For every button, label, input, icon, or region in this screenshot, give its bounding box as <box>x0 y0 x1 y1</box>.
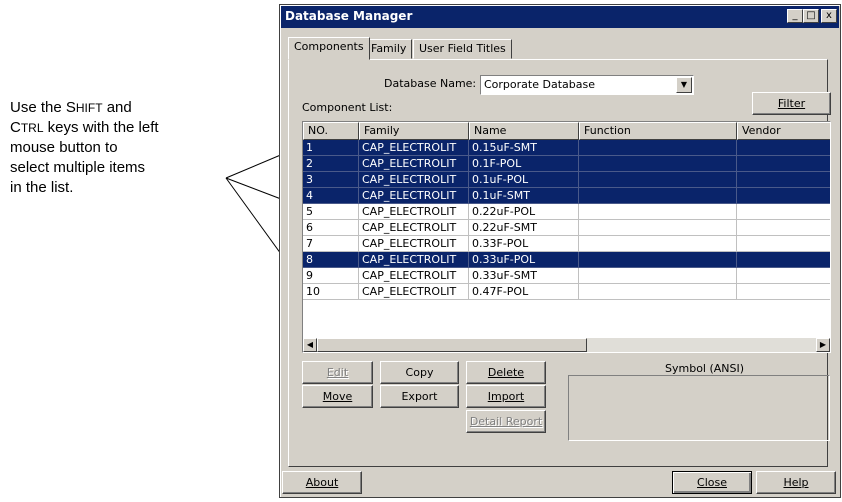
cell-function <box>579 156 737 172</box>
table-row[interactable]: 4 CAP_ELECTROLIT 0.1uF-SMT <box>303 188 830 204</box>
cell-family: CAP_ELECTROLIT <box>359 140 469 156</box>
column-header-no[interactable]: NO. <box>303 122 359 140</box>
detail-report-button[interactable]: Detail Report <box>466 410 546 433</box>
edit-button[interactable]: Edit <box>302 361 373 384</box>
cell-family: CAP_ELECTROLIT <box>359 220 469 236</box>
cell-family: CAP_ELECTROLIT <box>359 268 469 284</box>
database-manager-window: Database Manager _ □ x Components Family… <box>279 4 841 498</box>
tab-components[interactable]: Components <box>288 37 370 60</box>
import-button[interactable]: Import <box>466 385 546 408</box>
cell-function <box>579 140 737 156</box>
column-header-function[interactable]: Function <box>579 122 737 140</box>
table-row[interactable]: 2 CAP_ELECTROLIT 0.1F-POL <box>303 156 830 172</box>
cell-family: CAP_ELECTROLIT <box>359 236 469 252</box>
close-window-button[interactable]: x <box>821 9 837 23</box>
table-row[interactable]: 5 CAP_ELECTROLIT 0.22uF-POL <box>303 204 830 220</box>
cell-family: CAP_ELECTROLIT <box>359 156 469 172</box>
cell-family: CAP_ELECTROLIT <box>359 284 469 300</box>
cell-function <box>579 204 737 220</box>
cell-no: 4 <box>303 188 359 204</box>
cell-name: 0.22uF-POL <box>469 204 579 220</box>
cell-vendor <box>737 252 830 268</box>
cell-function <box>579 220 737 236</box>
cell-name: 0.1F-POL <box>469 156 579 172</box>
cell-vendor <box>737 284 830 300</box>
cell-name: 0.1uF-SMT <box>469 188 579 204</box>
cell-function <box>579 284 737 300</box>
cell-family: CAP_ELECTROLIT <box>359 252 469 268</box>
cell-function <box>579 172 737 188</box>
title-bar: Database Manager _ □ x <box>281 6 839 28</box>
cell-vendor <box>737 156 830 172</box>
database-name-label: Database Name: <box>384 77 477 90</box>
cell-family: CAP_ELECTROLIT <box>359 172 469 188</box>
close-button[interactable]: Close <box>672 471 752 494</box>
symbol-label: Symbol (ANSI) <box>665 362 745 375</box>
help-button[interactable]: Help <box>756 471 836 494</box>
delete-button[interactable]: Delete <box>466 361 546 384</box>
filter-button[interactable]: Filter <box>752 92 831 115</box>
about-button[interactable]: About <box>282 471 362 494</box>
column-header-family[interactable]: Family <box>359 122 469 140</box>
horizontal-scrollbar[interactable]: ◀ ▶ <box>303 338 830 352</box>
cell-vendor <box>737 268 830 284</box>
column-header-name[interactable]: Name <box>469 122 579 140</box>
cell-name: 0.33F-POL <box>469 236 579 252</box>
table-row[interactable]: 6 CAP_ELECTROLIT 0.22uF-SMT <box>303 220 830 236</box>
component-table[interactable]: NO. Family Name Function Vendor 1 CAP_ELE… <box>302 121 831 353</box>
table-row[interactable]: 8 CAP_ELECTROLIT 0.33uF-POL <box>303 252 830 268</box>
cell-no: 8 <box>303 252 359 268</box>
cell-vendor <box>737 236 830 252</box>
minimize-button[interactable]: _ <box>787 9 803 23</box>
cell-vendor <box>737 204 830 220</box>
cell-no: 3 <box>303 172 359 188</box>
scroll-right-icon[interactable]: ▶ <box>816 338 830 352</box>
cell-no: 2 <box>303 156 359 172</box>
cell-name: 0.33uF-POL <box>469 252 579 268</box>
database-name-select[interactable]: Corporate Database ▼ <box>480 75 694 95</box>
cell-no: 9 <box>303 268 359 284</box>
cell-function <box>579 268 737 284</box>
table-row[interactable]: 3 CAP_ELECTROLIT 0.1uF-POL <box>303 172 830 188</box>
cell-name: 0.47F-POL <box>469 284 579 300</box>
export-button[interactable]: Export <box>380 385 459 408</box>
cell-no: 1 <box>303 140 359 156</box>
database-name-value: Corporate Database <box>484 78 595 91</box>
copy-button[interactable]: Copy <box>380 361 459 384</box>
cell-name: 0.22uF-SMT <box>469 220 579 236</box>
cell-family: CAP_ELECTROLIT <box>359 204 469 220</box>
cell-name: 0.1uF-POL <box>469 172 579 188</box>
scroll-left-icon[interactable]: ◀ <box>303 338 317 352</box>
scroll-thumb[interactable] <box>317 338 587 352</box>
table-row[interactable]: 7 CAP_ELECTROLIT 0.33F-POL <box>303 236 830 252</box>
cell-function <box>579 252 737 268</box>
cell-no: 6 <box>303 220 359 236</box>
component-list-label: Component List: <box>302 101 393 114</box>
cell-no: 7 <box>303 236 359 252</box>
cell-vendor <box>737 140 830 156</box>
move-button[interactable]: Move <box>302 385 373 408</box>
cell-vendor <box>737 188 830 204</box>
chevron-down-icon[interactable]: ▼ <box>676 77 692 93</box>
window-title: Database Manager <box>285 9 413 23</box>
table-row[interactable]: 10 CAP_ELECTROLIT 0.47F-POL <box>303 284 830 300</box>
cell-function <box>579 188 737 204</box>
cell-function <box>579 236 737 252</box>
cell-vendor <box>737 172 830 188</box>
symbol-preview <box>568 375 830 441</box>
column-header-vendor[interactable]: Vendor <box>737 122 830 140</box>
cell-no: 10 <box>303 284 359 300</box>
cell-name: 0.33uF-SMT <box>469 268 579 284</box>
cell-family: CAP_ELECTROLIT <box>359 188 469 204</box>
cell-vendor <box>737 220 830 236</box>
cell-name: 0.15uF-SMT <box>469 140 579 156</box>
table-row[interactable]: 1 CAP_ELECTROLIT 0.15uF-SMT <box>303 140 830 156</box>
tab-user-field-titles[interactable]: User Field Titles <box>413 39 512 59</box>
maximize-button[interactable]: □ <box>803 9 819 23</box>
table-row[interactable]: 9 CAP_ELECTROLIT 0.33uF-SMT <box>303 268 830 284</box>
cell-no: 5 <box>303 204 359 220</box>
table-header: NO. Family Name Function Vendor <box>303 122 830 140</box>
tab-family[interactable]: Family <box>365 39 413 59</box>
